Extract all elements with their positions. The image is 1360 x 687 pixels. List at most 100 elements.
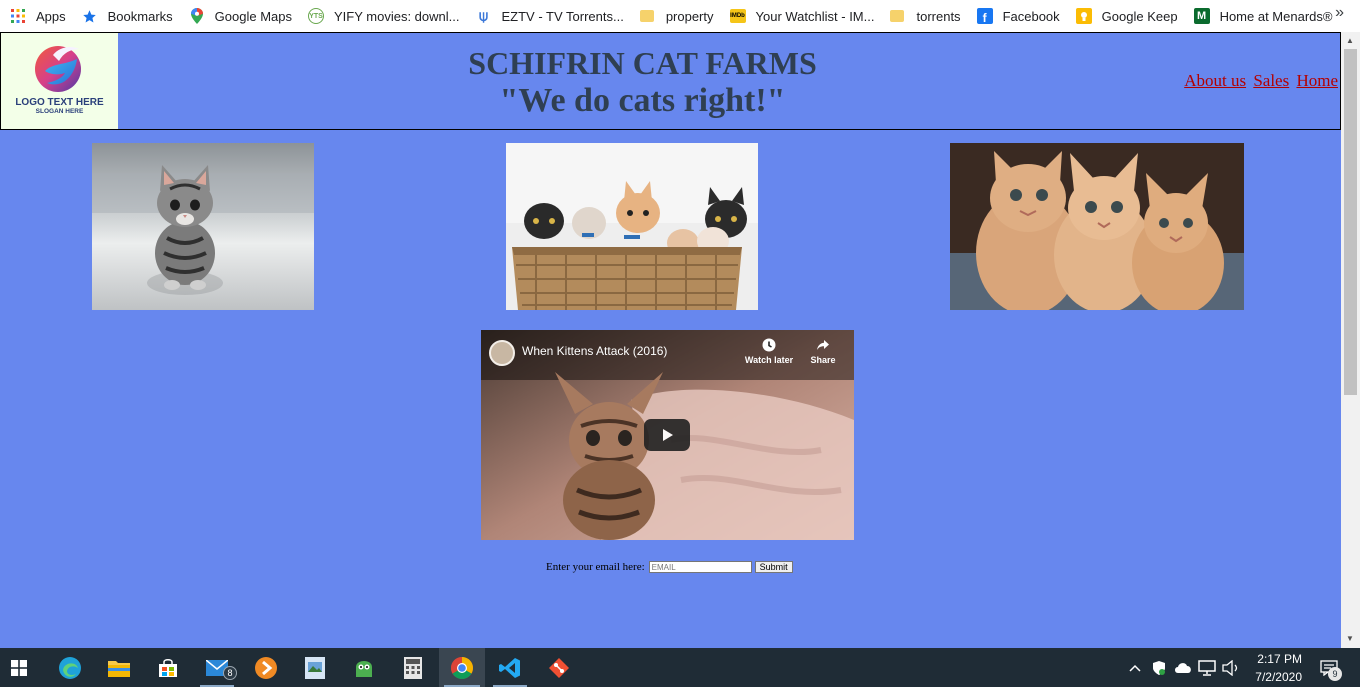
bookmark-bookmarks[interactable]: Bookmarks	[74, 3, 181, 29]
taskbar-file-explorer[interactable]	[97, 648, 141, 687]
taskbar-chrome[interactable]	[439, 648, 485, 687]
tray-onedrive[interactable]	[1172, 648, 1194, 687]
vscode-icon	[499, 657, 520, 678]
bookmark-imdb-watchlist[interactable]: IMDb Your Watchlist - IM...	[722, 3, 883, 29]
start-button[interactable]	[0, 648, 38, 687]
keep-icon	[1075, 8, 1092, 24]
image-viewer-icon	[305, 656, 325, 679]
tray-network[interactable]	[1196, 648, 1218, 687]
tray-overflow-button[interactable]	[1126, 648, 1144, 687]
yify-icon: YTS	[308, 8, 324, 24]
share-arrow-icon	[817, 340, 829, 350]
bookmark-label: Home at Menards®	[1219, 8, 1333, 24]
bookmark-folder-property[interactable]: property	[632, 3, 722, 29]
taskbar-calculator[interactable]	[391, 648, 435, 687]
bookmark-label: Your Watchlist - IM...	[755, 8, 875, 24]
taskbar-vscode[interactable]	[488, 648, 532, 687]
star-icon	[82, 8, 98, 24]
plex-icon	[255, 656, 277, 679]
folder-icon	[639, 10, 654, 22]
bookmark-google-maps[interactable]: Google Maps	[181, 3, 300, 29]
bookmark-label: Bookmarks	[107, 8, 173, 24]
share-label: Share	[810, 355, 836, 365]
bookmark-menards[interactable]: M Home at Menards®	[1186, 3, 1341, 29]
apps-grid-icon	[10, 8, 26, 24]
site-nav: About us Sales Home	[1181, 71, 1338, 91]
menards-icon: M	[1193, 8, 1210, 24]
git-icon	[549, 657, 569, 678]
bookmark-yify[interactable]: YTS YIFY movies: downl...	[300, 3, 467, 29]
video-player[interactable]: When Kittens Attack (2016) Watch later S…	[481, 330, 854, 540]
facebook-icon: f	[976, 8, 993, 24]
network-icon	[1198, 659, 1216, 676]
email-input[interactable]	[648, 561, 752, 573]
clock-icon	[762, 338, 776, 352]
nav-link-sales[interactable]: Sales	[1253, 71, 1289, 90]
scroll-down-arrow-icon[interactable]: ▼	[1346, 634, 1354, 643]
page-scrollbar[interactable]: ▲ ▼	[1341, 32, 1360, 648]
kitten-photo-2	[506, 143, 758, 310]
bookmark-label: torrents	[916, 8, 961, 24]
taskbar-plex[interactable]	[244, 648, 288, 687]
shopping-bag-icon	[159, 658, 177, 677]
chevron-up-icon	[1129, 664, 1141, 672]
bookmark-label: Google Keep	[1101, 8, 1178, 24]
web-page: LOGO TEXT HERE SLOGAN HERE SCHIFRIN CAT …	[0, 32, 1341, 648]
eztv-icon: ⍦	[478, 7, 488, 25]
logo: LOGO TEXT HERE SLOGAN HERE	[1, 33, 118, 129]
play-icon	[663, 429, 673, 441]
notification-count-badge: 9	[1328, 667, 1342, 681]
site-header: LOGO TEXT HERE SLOGAN HERE SCHIFRIN CAT …	[0, 32, 1341, 130]
speaker-icon	[1222, 659, 1238, 676]
bookmark-apps[interactable]: Apps	[0, 3, 74, 29]
taskbar-store[interactable]	[146, 648, 190, 687]
email-signup-form: Enter your email here: Submit	[546, 561, 793, 573]
bookmark-facebook[interactable]: f Facebook	[969, 3, 1068, 29]
bookmark-label: Apps	[36, 8, 66, 24]
edge-icon	[59, 656, 81, 679]
tray-security[interactable]	[1148, 648, 1170, 687]
play-button[interactable]	[644, 419, 690, 451]
share-button[interactable]: Share	[803, 338, 843, 365]
bookmark-folder-torrents[interactable]: torrents	[882, 3, 968, 29]
nav-link-home[interactable]: Home	[1296, 71, 1338, 90]
taskbar-vpn[interactable]	[342, 648, 386, 687]
channel-avatar[interactable]	[489, 340, 515, 366]
site-title: SCHIFRIN CAT FARMS	[468, 45, 817, 81]
watch-later-button[interactable]: Watch later	[743, 338, 795, 365]
submit-button[interactable]: Submit	[754, 561, 793, 573]
nav-link-about-us[interactable]: About us	[1184, 71, 1246, 90]
bookmark-label: EZTV - TV Torrents...	[501, 8, 624, 24]
bookmark-eztv[interactable]: ⍦ EZTV - TV Torrents...	[467, 3, 631, 29]
logo-mark-icon	[35, 46, 81, 92]
bookmark-label: property	[665, 8, 714, 24]
clock-time[interactable]: 2:17 PM	[1257, 652, 1302, 666]
bookmarks-bar: Apps Bookmarks Google Maps YTS YIFY movi…	[0, 0, 1360, 32]
email-label: Enter your email here:	[546, 561, 645, 573]
bookmarks-overflow-button[interactable]: »	[1335, 4, 1344, 22]
mail-count-badge: 8	[223, 666, 237, 680]
logo-text: LOGO TEXT HERE	[15, 97, 104, 108]
video-title[interactable]: When Kittens Attack (2016)	[522, 344, 667, 358]
calculator-icon	[404, 656, 422, 679]
folder-icon	[108, 660, 130, 677]
chrome-icon	[451, 656, 473, 679]
tray-volume[interactable]	[1220, 648, 1242, 687]
watch-later-label: Watch later	[744, 355, 794, 365]
taskbar-photo-viewer[interactable]	[293, 648, 337, 687]
bookmark-label: Google Maps	[214, 8, 292, 24]
bookmark-label: YIFY movies: downl...	[334, 8, 460, 24]
vpn-monster-icon	[356, 660, 372, 677]
bookmark-label: Facebook	[1002, 8, 1060, 24]
taskbar-edge[interactable]	[48, 648, 92, 687]
taskbar-git-app[interactable]	[537, 648, 581, 687]
shield-lock-icon	[1153, 660, 1165, 675]
windows-logo-icon	[11, 659, 27, 676]
site-slogan: "We do cats right!"	[499, 82, 786, 119]
scroll-thumb[interactable]	[1344, 49, 1357, 395]
taskbar: 2:17 PM 7/2/2020	[0, 648, 1360, 687]
scroll-up-arrow-icon[interactable]: ▲	[1346, 36, 1354, 45]
bookmark-google-keep[interactable]: Google Keep	[1068, 3, 1186, 29]
cloud-icon	[1175, 663, 1191, 673]
clock-date[interactable]: 7/2/2020	[1255, 670, 1302, 684]
